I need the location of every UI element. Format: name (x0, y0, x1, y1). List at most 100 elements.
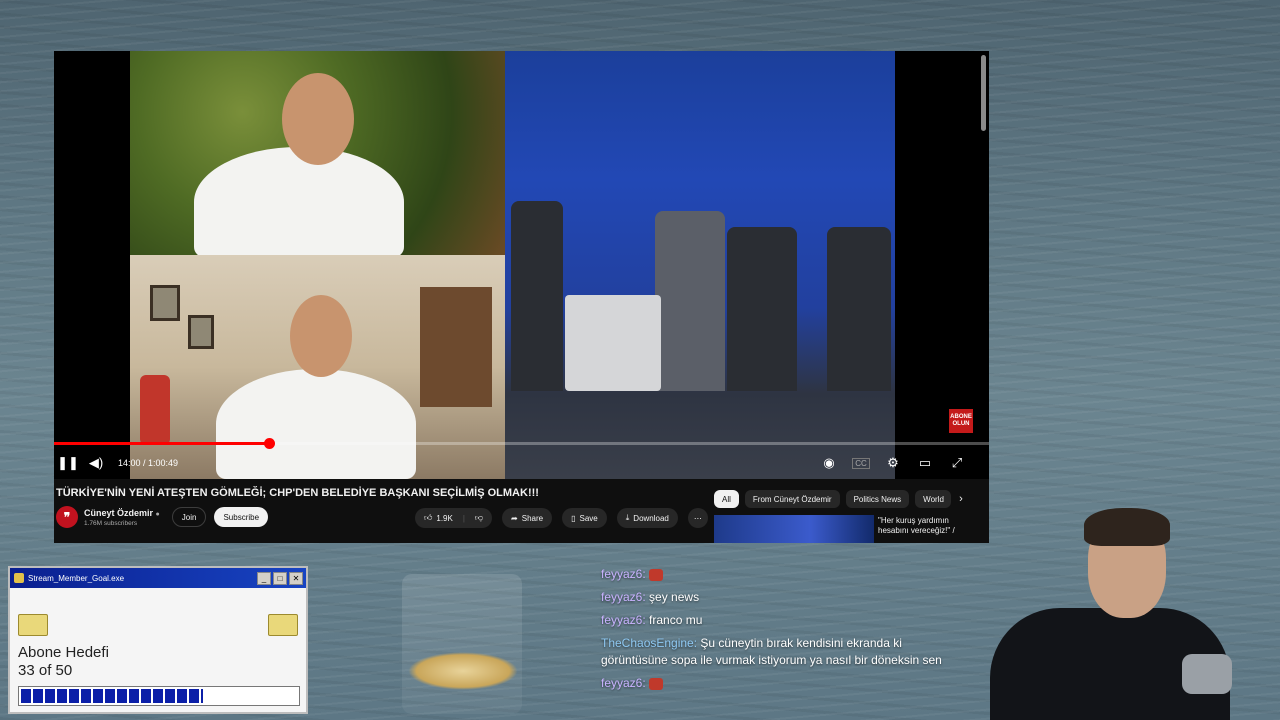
person-silhouette (727, 227, 797, 391)
person-silhouette (511, 201, 563, 391)
wall-frame (150, 285, 180, 321)
share-label: Share (521, 513, 544, 523)
fullscreen-icon: ⤢ (951, 455, 963, 470)
webcam-feed (960, 508, 1240, 720)
save-button[interactable]: ▯ Save (562, 508, 607, 528)
chip-world[interactable]: World (915, 490, 952, 508)
channel-row: ❞ Cüneyt Özdemir ● 1.76M subscribers Joi… (56, 506, 269, 528)
video-frame-host (130, 51, 505, 257)
minimize-button[interactable]: _ (257, 571, 271, 585)
progress-bar[interactable] (54, 438, 989, 449)
bookshelf (420, 287, 492, 407)
theater-icon: ▭ (918, 455, 932, 470)
person-silhouette (655, 211, 725, 391)
subscribe-button[interactable]: Subscribe (214, 507, 269, 527)
chat-username[interactable]: TheChaosEngine: (601, 636, 697, 650)
share-icon: ➦ (511, 513, 518, 523)
chevron-right-icon[interactable]: › (959, 493, 963, 505)
verified-icon: ● (155, 510, 160, 518)
subscriber-count: 1.76M subscribers (84, 519, 138, 527)
fullscreen-button[interactable]: ⤢ (943, 451, 971, 475)
gear-icon: ⚙ (887, 455, 899, 470)
save-label: Save (579, 513, 598, 523)
close-icon: ✕ (292, 573, 300, 583)
host-head (282, 73, 354, 165)
chat-overlay: feyyaz6: feyyaz6: şey news feyyaz6: franc… (601, 566, 971, 698)
maximize-button[interactable]: □ (273, 571, 287, 585)
captions-button[interactable]: CC (847, 451, 875, 475)
red-chair (140, 375, 170, 445)
goal-window-titlebar[interactable]: Stream_Member_Goal.exe _ □ ✕ (10, 568, 306, 588)
page-scrollbar[interactable] (981, 55, 986, 131)
chat-username[interactable]: feyyaz6: (601, 567, 646, 581)
video-frame-ceremony (505, 51, 895, 479)
podium (565, 295, 661, 391)
bookmark-icon: ▯ (571, 513, 576, 523)
video-title: TÜRKİYE'NİN YENİ ATEŞTEN GÖMLEĞİ; CHP'DE… (56, 487, 539, 499)
person-silhouette (827, 227, 891, 391)
video-info: TÜRKİYE'NİN YENİ ATEŞTEN GÖMLEĞİ; CHP'DE… (54, 479, 989, 543)
video-frame-guest (130, 255, 505, 479)
join-button[interactable]: Join (171, 507, 207, 527)
member-goal-window: Stream_Member_Goal.exe _ □ ✕ Abone Hedef… (8, 566, 308, 714)
autoplay-toggle[interactable]: ◉ (815, 451, 843, 475)
thumbs-down-icon[interactable]: 👎︎ (475, 513, 483, 523)
download-icon: ⤓ (625, 513, 630, 522)
download-label: Download (633, 513, 669, 523)
channel-name[interactable]: Cüneyt Özdemir ● (84, 508, 160, 518)
emote-icon (649, 677, 664, 690)
open-folder-icon (268, 614, 298, 636)
goal-count: 33 of 50 (18, 662, 73, 679)
filter-chips: All From Cüneyt Özdemir Politics News Wo… (714, 490, 963, 508)
chat-message: feyyaz6: franco mu (601, 612, 971, 629)
chat-username[interactable]: feyyaz6: (601, 676, 646, 690)
download-button[interactable]: ⤓ Download (616, 508, 678, 528)
chat-message: feyyaz6: (601, 566, 971, 583)
chip-politics-news[interactable]: Politics News (845, 490, 910, 508)
captions-icon: CC (852, 457, 870, 469)
goal-window-title: Stream_Member_Goal.exe (28, 573, 125, 583)
thumbs-up-icon: 👍︎ (424, 513, 433, 522)
more-actions-button[interactable]: ⋯ (687, 508, 708, 528)
wall-frame (188, 315, 214, 349)
chat-message: feyyaz6: şey news (601, 589, 971, 606)
progress-fill (54, 442, 270, 445)
time-display: 14:00 / 1:00:49 (118, 458, 179, 468)
settings-button[interactable]: ⚙ (879, 451, 907, 475)
volume-icon: ◀) (88, 455, 104, 470)
chat-username[interactable]: feyyaz6: (601, 590, 646, 604)
chat-text: franco mu (649, 613, 703, 627)
chat-message: feyyaz6: (601, 675, 971, 692)
folder-icon (18, 614, 48, 636)
maximize-icon: □ (277, 573, 283, 583)
quote-logo-icon: ❞ (63, 510, 71, 524)
abone-badge[interactable]: ABONE OLUN (949, 409, 973, 433)
chip-from-channel[interactable]: From Cüneyt Özdemir (744, 490, 840, 508)
theater-button[interactable]: ▭ (911, 451, 939, 475)
like-count: 1.9K (436, 513, 453, 523)
recommended-thumbnail[interactable] (714, 515, 874, 543)
channel-avatar[interactable]: ❞ (56, 506, 78, 528)
like-divider: | (462, 513, 465, 523)
goal-label: Abone Hedefi (18, 644, 109, 661)
like-button[interactable]: 👍︎ 1.9K | 👎︎ (415, 508, 493, 528)
close-button[interactable]: ✕ (289, 571, 303, 585)
chip-all[interactable]: All (714, 490, 739, 508)
minimize-icon: _ (261, 573, 267, 583)
player-controls: ❚❚ ◀) 14:00 / 1:00:49 ◉ CC ⚙ ▭ ⤢ (54, 451, 989, 475)
dentures-object (408, 652, 518, 690)
chat-message: TheChaosEngine: Şu cüneytin bırak kendis… (601, 635, 971, 669)
emote-icon (649, 568, 664, 581)
goal-progress-bar (18, 686, 300, 706)
chat-username[interactable]: feyyaz6: (601, 613, 646, 627)
video-player[interactable]: ABONE OLUN ❚❚ ◀) 14:00 / 1:00:49 ◉ CC ⚙ … (54, 51, 989, 479)
share-button[interactable]: ➦ Share (502, 508, 553, 528)
youtube-window: ABONE OLUN ❚❚ ◀) 14:00 / 1:00:49 ◉ CC ⚙ … (54, 51, 989, 543)
channel-info: Cüneyt Özdemir ● 1.76M subscribers (84, 508, 160, 527)
microphone (1182, 654, 1232, 694)
autoplay-icon: ◉ (823, 455, 835, 470)
pause-button[interactable]: ❚❚ (54, 451, 82, 475)
glass-object (402, 574, 522, 714)
volume-button[interactable]: ◀) (82, 451, 110, 475)
app-icon (14, 573, 24, 583)
